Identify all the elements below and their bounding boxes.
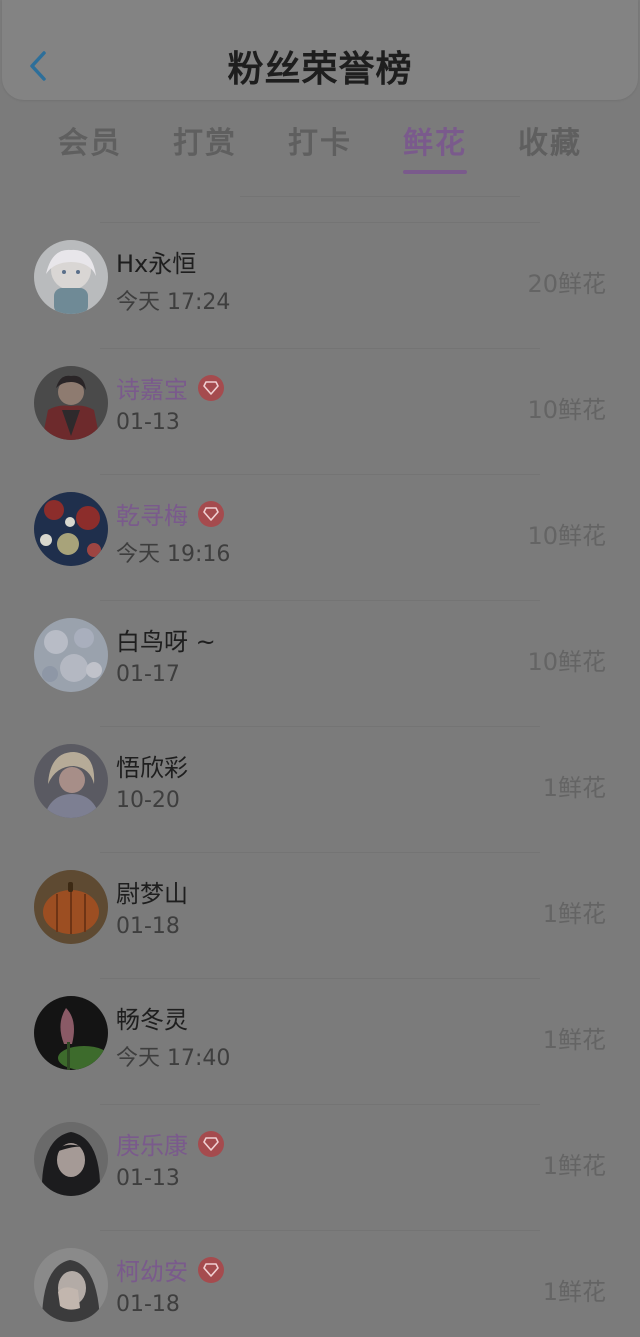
fan-time: 01-13 [116,1166,180,1191]
fan-row[interactable]: 诗嘉宝 01-13 10鲜花 [0,348,640,474]
tab-flowers[interactable]: 鲜花 [385,118,485,174]
tab-favorites[interactable]: 收藏 [500,118,600,162]
row-divider [100,222,540,223]
blonde-girl-avatar[interactable] [34,744,108,818]
lotus-bud-avatar[interactable] [34,996,108,1070]
header-bar: 粉丝荣誉榜 [2,0,638,100]
flower-amount: 1鲜花 [542,1026,606,1054]
tab-flowers-label: 鲜花 [403,126,467,161]
fan-time: 01-18 [116,914,180,939]
fan-time: 今天 19:16 [116,542,231,567]
fan-row[interactable]: 庚乐康 01-13 1鲜花 [0,1104,640,1230]
fan-row[interactable]: 尉梦山 01-18 1鲜花 [0,852,640,978]
fan-time: 今天 17:24 [116,290,231,315]
fan-name: 白鸟呀 ~ [116,628,216,656]
fan-name: 庚乐康 [116,1126,224,1161]
floral-pattern-avatar[interactable] [34,492,108,566]
flower-amount: 10鲜花 [527,522,606,550]
flower-amount: 1鲜花 [542,900,606,928]
fan-row[interactable]: Hx永恒 今天 17:24 20鲜花 [0,222,640,348]
page-title: 粉丝荣誉榜 [227,49,413,90]
row-divider [100,852,540,853]
pumpkin-avatar[interactable] [34,870,108,944]
row-divider [100,978,540,979]
fan-name: 乾寻梅 [116,496,224,531]
row-divider [100,348,540,349]
dark-hair-girl-avatar[interactable] [34,1122,108,1196]
fan-row[interactable]: 悟欣彩 10-20 1鲜花 [0,726,640,852]
fan-time: 01-13 [116,410,180,435]
tab-bar: 会员 打赏 打卡 鲜花 收藏 [0,118,640,188]
flower-amount: 1鲜花 [542,774,606,802]
flower-amount: 20鲜花 [527,270,606,298]
row-divider [100,726,540,727]
active-tab-indicator [403,170,467,174]
flower-amount: 1鲜花 [542,1278,606,1306]
diamond-icon [198,374,224,401]
tabs-divider [240,196,520,197]
hand-over-face-avatar[interactable] [34,1248,108,1322]
fan-row[interactable]: 畅冬灵 今天 17:40 1鲜花 [0,978,640,1104]
fan-time: 今天 17:40 [116,1046,231,1071]
row-divider [100,1104,540,1105]
tab-membership[interactable]: 会员 [40,118,140,162]
fan-row[interactable]: 柯幼安 01-18 1鲜花 [0,1230,640,1337]
flower-amount: 1鲜花 [542,1152,606,1180]
fan-list: Hx永恒 今天 17:24 20鲜花 诗嘉宝 01-13 10鲜花 乾寻梅 今天… [0,222,640,1337]
row-divider [100,1230,540,1231]
fan-time: 01-18 [116,1292,180,1317]
row-divider [100,474,540,475]
caped-figure-avatar[interactable] [34,366,108,440]
fan-time: 01-17 [116,662,180,687]
fan-name: 尉梦山 [116,880,188,908]
fan-name: 畅冬灵 [116,1006,188,1034]
fan-time: 10-20 [116,788,180,813]
fan-name: 诗嘉宝 [116,370,224,405]
flower-amount: 10鲜花 [527,648,606,676]
fan-name: 悟欣彩 [116,754,188,782]
diamond-icon [198,500,224,527]
flower-amount: 10鲜花 [527,396,606,424]
pastel-floral-avatar[interactable] [34,618,108,692]
diamond-icon [198,1130,224,1157]
fan-name: Hx永恒 [116,250,197,278]
fan-row[interactable]: 白鸟呀 ~ 01-17 10鲜花 [0,600,640,726]
diamond-icon [198,1256,224,1283]
anime-girl-avatar[interactable] [34,240,108,314]
fan-name: 柯幼安 [116,1252,224,1287]
fan-row[interactable]: 乾寻梅 今天 19:16 10鲜花 [0,474,640,600]
row-divider [100,600,540,601]
tab-tips[interactable]: 打赏 [155,118,255,162]
tab-checkin[interactable]: 打卡 [270,118,370,162]
